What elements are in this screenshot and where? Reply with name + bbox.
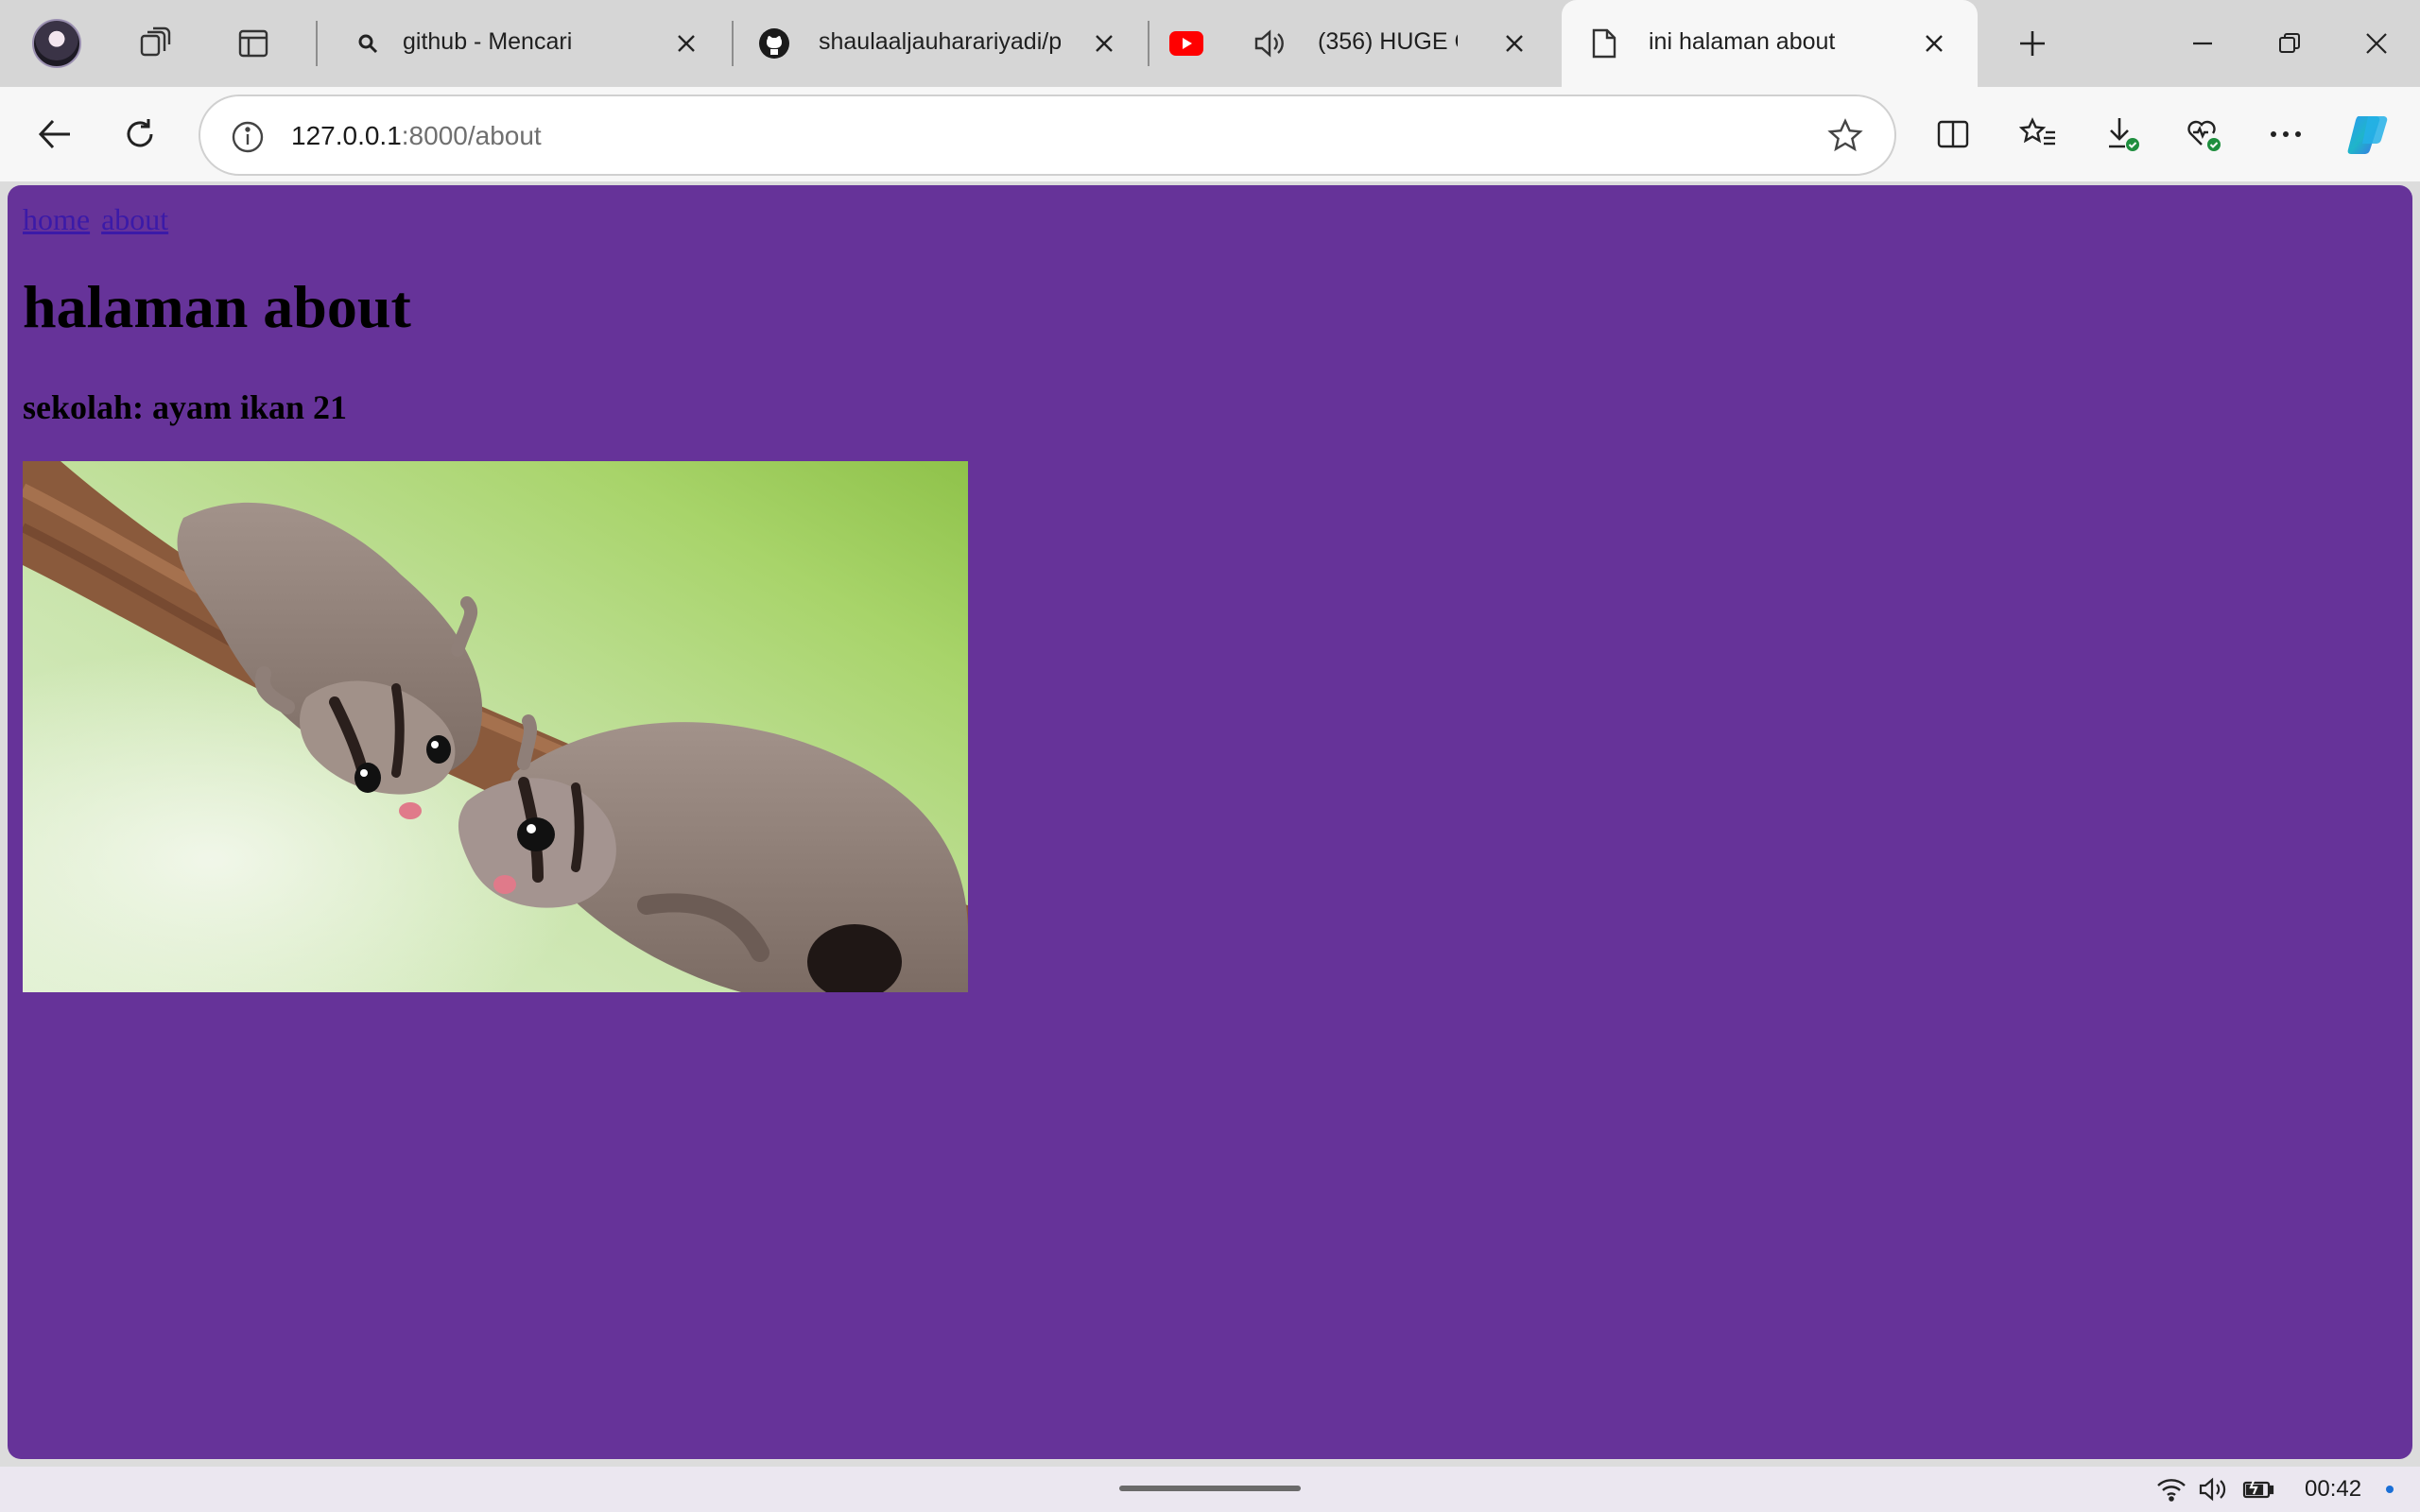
tab-about-active[interactable]: ini halaman about xyxy=(1562,0,1978,87)
profile-button[interactable] xyxy=(26,13,87,74)
copilot-icon[interactable] xyxy=(2339,104,2399,164)
web-page: home about halaman about sekolah: ayam i… xyxy=(8,185,2412,1459)
clock[interactable]: 00:42 xyxy=(2305,1476,2361,1503)
search-icon xyxy=(350,26,386,61)
refresh-button[interactable] xyxy=(110,104,170,164)
favorite-star-icon[interactable] xyxy=(1826,117,1866,157)
notification-dot xyxy=(2386,1486,2394,1493)
tab-separator xyxy=(316,21,318,66)
speaker-icon[interactable] xyxy=(1252,26,1288,61)
minimize-button[interactable] xyxy=(2165,13,2240,74)
close-window-button[interactable] xyxy=(2339,13,2414,74)
new-tab-button[interactable] xyxy=(2002,13,2063,74)
tab-label: github - Mencari xyxy=(403,28,573,55)
sugar-glider-photo xyxy=(23,461,968,992)
battery-icon[interactable] xyxy=(2242,1474,2274,1504)
page-title: halaman about xyxy=(23,273,411,340)
youtube-icon xyxy=(1168,26,1204,61)
site-info-icon[interactable] xyxy=(229,118,267,156)
address-bar[interactable]: 127.0.0.1:8000/about xyxy=(199,94,1896,176)
more-options-icon[interactable] xyxy=(2256,104,2316,164)
split-screen-icon[interactable] xyxy=(1923,104,1983,164)
github-icon xyxy=(756,26,792,61)
volume-icon[interactable] xyxy=(2197,1474,2229,1504)
url-text[interactable]: 127.0.0.1:8000/about xyxy=(291,121,542,151)
close-icon[interactable] xyxy=(1917,26,1951,60)
url-host: 127.0.0.1 xyxy=(291,121,402,150)
back-button[interactable] xyxy=(25,104,85,164)
tab-label: (356) HUGE GA xyxy=(1318,28,1458,55)
tab-label: shaulaaljauharariyadi/pl xyxy=(819,28,1061,55)
favorites-icon[interactable] xyxy=(2008,104,2068,164)
browser-essentials-icon[interactable] xyxy=(2174,104,2235,164)
address-toolbar: 127.0.0.1:8000/about xyxy=(0,87,2420,181)
tab-github-repo[interactable]: shaulaaljauharariyadi/pl xyxy=(735,0,1148,87)
page-subtitle: sekolah: ayam ikan 21 xyxy=(23,388,348,426)
nav-link-about[interactable]: about xyxy=(101,202,168,236)
page-nav: home about xyxy=(23,202,172,237)
tab-youtube[interactable]: (356) HUGE GA xyxy=(1151,0,1558,87)
tab-label: ini halaman about xyxy=(1649,28,1836,55)
taskbar: 00:42 xyxy=(0,1467,2420,1512)
avatar xyxy=(32,19,81,68)
wifi-icon[interactable] xyxy=(2155,1474,2187,1504)
url-path: :8000/about xyxy=(401,121,542,150)
nav-link-home[interactable]: home xyxy=(23,202,90,236)
page-icon xyxy=(1586,26,1622,61)
taskbar-handle[interactable] xyxy=(1119,1486,1301,1491)
tab-strip: github - Mencari shaulaaljauharariyadi/p… xyxy=(0,0,2420,87)
tab-github-search[interactable]: github - Mencari xyxy=(321,0,730,87)
tab-separator xyxy=(732,21,734,66)
tab-separator xyxy=(1148,21,1150,66)
restore-button[interactable] xyxy=(2252,13,2327,74)
close-icon[interactable] xyxy=(669,26,703,60)
workspaces-icon[interactable] xyxy=(125,13,185,74)
close-icon[interactable] xyxy=(1087,26,1121,60)
close-icon[interactable] xyxy=(1497,26,1531,60)
downloads-icon[interactable] xyxy=(2093,104,2153,164)
vertical-tabs-icon[interactable] xyxy=(223,13,284,74)
